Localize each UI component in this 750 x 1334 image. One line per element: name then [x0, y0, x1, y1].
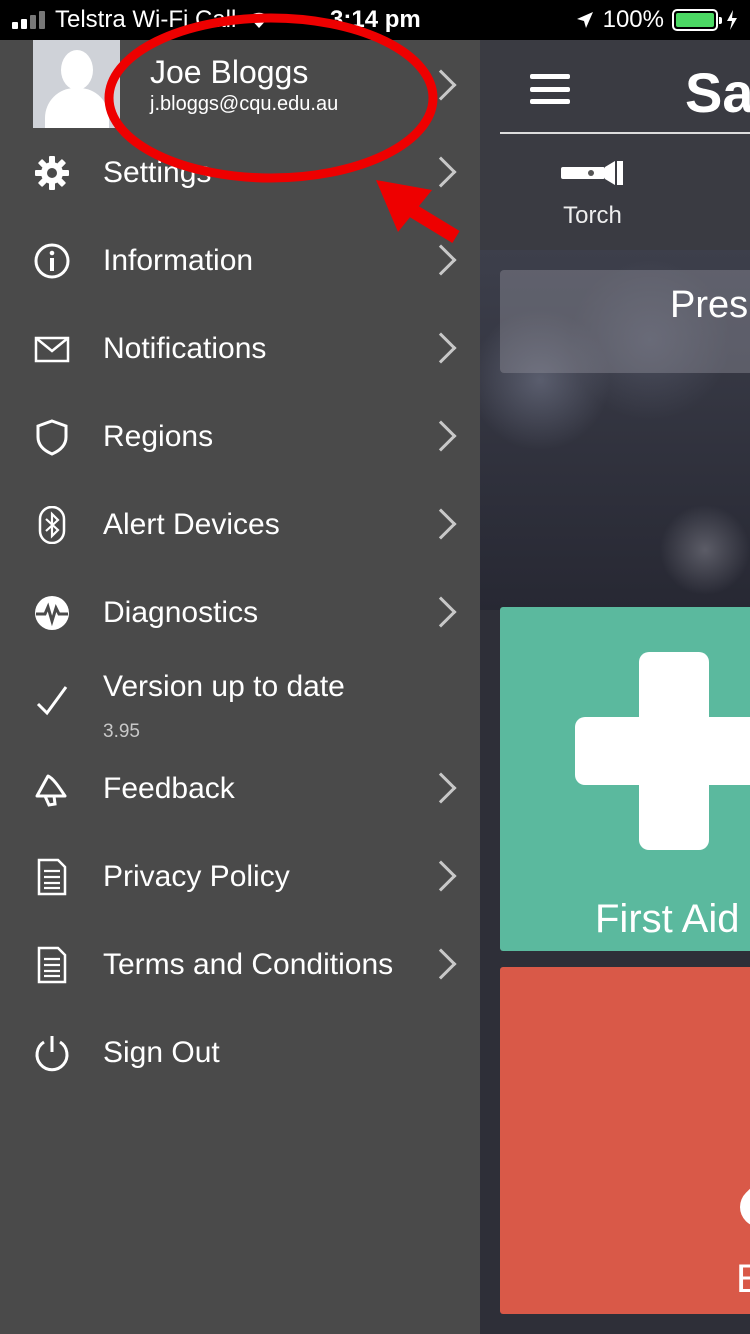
- profile-email: j.bloggs@cqu.edu.au: [150, 93, 339, 115]
- profile-name: Joe Bloggs: [150, 54, 309, 90]
- chevron-right-icon: [425, 69, 457, 101]
- chevron-right-icon: [425, 948, 457, 980]
- status-bar: Telstra Wi-Fi Call 3:14 pm 100%: [0, 0, 750, 40]
- torch-icon: [560, 161, 623, 185]
- hamburger-menu-icon[interactable]: [530, 74, 570, 104]
- app-header: Sa Torch: [480, 40, 750, 250]
- menu-item-sign-out[interactable]: Sign Out: [0, 1008, 480, 1096]
- menu-item-label: Alert Devices: [103, 508, 280, 541]
- menu-item-label: Version up to date: [103, 670, 345, 703]
- chevron-right-icon: [425, 860, 457, 892]
- torch-label: Torch: [563, 202, 622, 229]
- location-arrow-icon: [576, 12, 593, 28]
- chevron-right-icon: [425, 596, 457, 628]
- press-prompt-text: Pres: [670, 284, 749, 326]
- menu-item-notifications[interactable]: Notifications: [0, 304, 480, 392]
- menu-item-label: Notifications: [103, 332, 267, 365]
- chevron-right-icon: [425, 332, 457, 364]
- menu-item-label: Regions: [103, 420, 214, 453]
- menu-item-version: Version up to date 3.95: [0, 656, 480, 744]
- menu-item-terms[interactable]: Terms and Conditions: [0, 920, 480, 1008]
- wifi-icon: [249, 12, 270, 28]
- bluetooth-icon: [38, 506, 66, 544]
- battery-level: [676, 13, 714, 27]
- battery-percent: 100%: [602, 6, 664, 33]
- emergency-icon: [731, 1178, 750, 1236]
- checkmark-icon: [36, 686, 68, 716]
- side-menu: Joe Bloggs j.bloggs@cqu.edu.au Settings …: [0, 40, 480, 1334]
- battery-icon: [672, 9, 722, 31]
- version-number: 3.95: [103, 721, 140, 742]
- pulse-icon: [35, 596, 69, 630]
- avatar: [33, 40, 120, 128]
- chevron-right-icon: [425, 244, 457, 276]
- menu-item-label: Information: [103, 244, 254, 277]
- carrier-name: Telstra Wi-Fi Call: [55, 6, 237, 33]
- menu-item-label: Feedback: [103, 772, 235, 805]
- emergency-label: E: [736, 1257, 750, 1301]
- menu-item-feedback[interactable]: Feedback: [0, 744, 480, 832]
- document-icon: [37, 858, 67, 896]
- shield-icon: [36, 419, 68, 456]
- power-icon: [35, 1036, 69, 1072]
- menu-item-privacy-policy[interactable]: Privacy Policy: [0, 832, 480, 920]
- chevron-right-icon: [425, 772, 457, 804]
- first-aid-tile[interactable]: First Aid: [500, 607, 750, 951]
- gear-icon: [35, 156, 69, 190]
- menu-item-information[interactable]: Information: [0, 216, 480, 304]
- menu-item-label: Diagnostics: [103, 596, 259, 629]
- signal-strength-icon: [12, 11, 45, 29]
- chevron-right-icon: [425, 508, 457, 540]
- first-aid-label: First Aid: [595, 897, 740, 941]
- menu-item-label: Sign Out: [103, 1036, 220, 1069]
- torch-button[interactable]: Torch: [540, 158, 645, 230]
- emergency-tile[interactable]: E: [500, 967, 750, 1314]
- chevron-right-icon: [425, 156, 457, 188]
- menu-item-label: Terms and Conditions: [103, 948, 394, 981]
- menu-item-regions[interactable]: Regions: [0, 392, 480, 480]
- envelope-icon: [34, 336, 70, 363]
- press-prompt[interactable]: Pres: [500, 270, 750, 373]
- megaphone-icon: [35, 774, 67, 807]
- app-title: Sa: [685, 61, 750, 124]
- charging-bolt-icon: [727, 10, 737, 30]
- profile-header[interactable]: Joe Bloggs j.bloggs@cqu.edu.au: [0, 40, 480, 128]
- clock: 3:14 pm: [330, 6, 421, 33]
- header-divider: [500, 132, 750, 134]
- menu-item-diagnostics[interactable]: Diagnostics: [0, 568, 480, 656]
- document-icon: [37, 946, 67, 984]
- menu-item-alert-devices[interactable]: Alert Devices: [0, 480, 480, 568]
- chevron-right-icon: [425, 420, 457, 452]
- menu-item-label: Settings: [103, 156, 212, 189]
- menu-item-label: Privacy Policy: [103, 860, 290, 893]
- menu-item-settings[interactable]: Settings: [0, 128, 480, 216]
- info-icon: [34, 243, 70, 279]
- main-app-screen: Sa Torch Pres First Aid E: [480, 40, 750, 1334]
